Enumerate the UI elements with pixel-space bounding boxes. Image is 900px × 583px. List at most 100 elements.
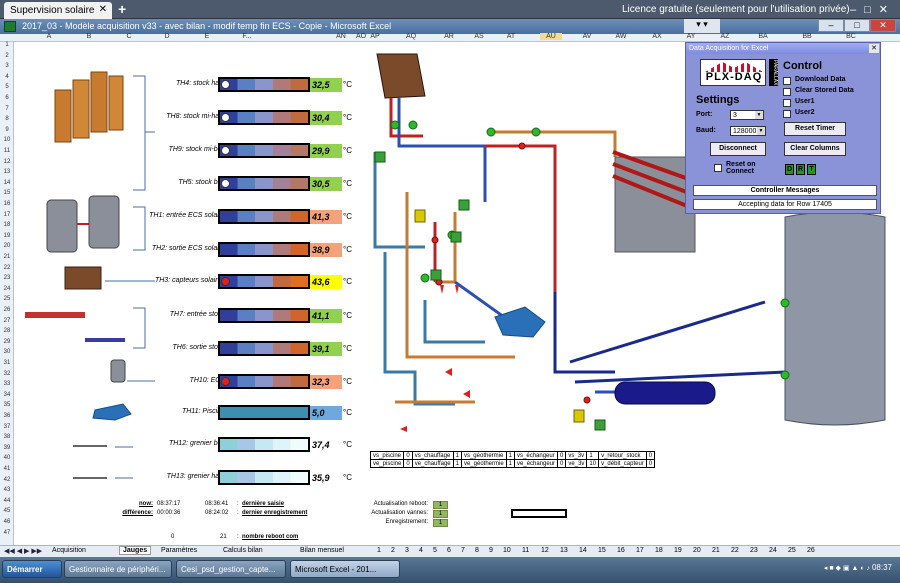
column-header[interactable]: AQ bbox=[400, 33, 422, 40]
row-header[interactable]: 40 bbox=[0, 455, 14, 461]
plx-daq-window[interactable]: Data Acquisition for Excel ✕ PLX-DAQ PARA… bbox=[685, 42, 881, 214]
daq-checkbox[interactable] bbox=[783, 88, 791, 96]
column-header[interactable]: AR bbox=[438, 33, 460, 40]
sheet-tab[interactable]: 14 bbox=[579, 547, 587, 554]
ribbon-collapse-icon[interactable]: ▾ ▾ bbox=[684, 19, 720, 33]
sheet-tab[interactable]: 10 bbox=[503, 547, 511, 554]
daq-checkbox[interactable] bbox=[783, 99, 791, 107]
add-tab-icon[interactable]: + bbox=[118, 1, 126, 17]
row-header[interactable]: 30 bbox=[0, 349, 14, 355]
column-header[interactable]: F... bbox=[236, 33, 258, 40]
row-header[interactable]: 36 bbox=[0, 413, 14, 419]
sheet-tab[interactable]: 7 bbox=[461, 547, 465, 554]
row-header[interactable]: 3 bbox=[0, 63, 14, 69]
row-header[interactable]: 23 bbox=[0, 275, 14, 281]
row-header[interactable]: 26 bbox=[0, 307, 14, 313]
row-header[interactable]: 12 bbox=[0, 159, 14, 165]
column-header[interactable]: A bbox=[38, 33, 60, 40]
row-header[interactable]: 16 bbox=[0, 201, 14, 207]
row-header[interactable]: 17 bbox=[0, 212, 14, 218]
row-header[interactable]: 1 bbox=[0, 42, 14, 48]
row-header[interactable]: 33 bbox=[0, 381, 14, 387]
daq-close-button[interactable]: ✕ bbox=[869, 44, 879, 53]
row-header[interactable]: 8 bbox=[0, 116, 14, 122]
sheet-tab[interactable]: 24 bbox=[769, 547, 777, 554]
sheet-tab[interactable]: 2 bbox=[391, 547, 395, 554]
minimize-button[interactable]: – bbox=[818, 19, 844, 32]
row-header[interactable]: 19 bbox=[0, 233, 14, 239]
row-header[interactable]: 9 bbox=[0, 127, 14, 133]
row-header[interactable]: 11 bbox=[0, 148, 14, 154]
sheet-tab[interactable]: 11 bbox=[522, 547, 529, 554]
column-header[interactable]: AY bbox=[680, 33, 702, 40]
sheet-tab[interactable]: 6 bbox=[447, 547, 451, 554]
row-header[interactable]: 20 bbox=[0, 243, 14, 249]
close-button[interactable]: ✕ bbox=[870, 19, 896, 32]
sheet-tab[interactable]: 9 bbox=[489, 547, 493, 554]
row-header[interactable]: 25 bbox=[0, 296, 14, 302]
row-header[interactable]: 32 bbox=[0, 371, 14, 377]
column-header[interactable]: BB bbox=[796, 33, 818, 40]
row-header[interactable]: 43 bbox=[0, 487, 14, 493]
column-header[interactable]: C bbox=[118, 33, 140, 40]
row-header[interactable]: 42 bbox=[0, 477, 14, 483]
sheet-tab[interactable]: 12 bbox=[541, 547, 549, 554]
sheet-tab[interactable]: 20 bbox=[693, 547, 701, 554]
taskbar-item[interactable]: Cesi_psd_gestion_capte... bbox=[176, 560, 286, 578]
sheet-tab[interactable]: 4 bbox=[419, 547, 423, 554]
reset-on-connect-checkbox[interactable] bbox=[714, 164, 722, 172]
remote-window-controls[interactable]: –□✕ bbox=[850, 3, 896, 16]
sheet-tab[interactable]: 23 bbox=[750, 547, 758, 554]
close-icon[interactable]: ✕ bbox=[99, 4, 107, 15]
sheet-tab[interactable]: 15 bbox=[598, 547, 606, 554]
row-header[interactable]: 47 bbox=[0, 530, 14, 536]
column-header[interactable]: AU bbox=[540, 33, 562, 40]
row-header[interactable]: 14 bbox=[0, 180, 14, 186]
reset-timer-button[interactable]: Reset Timer bbox=[784, 122, 846, 136]
clear-columns-button[interactable]: Clear Columns bbox=[784, 142, 846, 156]
row-header[interactable]: 28 bbox=[0, 328, 14, 334]
sheet-nav-icon[interactable]: ◀◀ ◀ ▶ ▶▶ bbox=[4, 547, 42, 555]
row-header[interactable]: 31 bbox=[0, 360, 14, 366]
row-header[interactable]: 10 bbox=[0, 137, 14, 143]
column-header[interactable]: AP bbox=[364, 33, 386, 40]
row-header[interactable]: 6 bbox=[0, 95, 14, 101]
row-header[interactable]: 27 bbox=[0, 318, 14, 324]
remote-session-tab[interactable]: Supervision solaire ✕ bbox=[4, 2, 112, 19]
system-tray-icons[interactable]: ◂ ■ ◆ ▣ ▲ ◐ ♪ bbox=[824, 564, 870, 572]
column-header[interactable]: B bbox=[78, 33, 100, 40]
row-header[interactable]: 41 bbox=[0, 466, 14, 472]
row-header[interactable]: 39 bbox=[0, 445, 14, 451]
column-header[interactable]: E bbox=[196, 33, 218, 40]
sheet-tab[interactable]: Paramètres bbox=[161, 547, 197, 554]
sheet-tab[interactable]: 8 bbox=[475, 547, 479, 554]
column-header[interactable]: AT bbox=[500, 33, 522, 40]
sheet-tab[interactable]: 17 bbox=[636, 547, 644, 554]
row-header[interactable]: 21 bbox=[0, 254, 14, 260]
column-header[interactable]: BA bbox=[752, 33, 774, 40]
row-header[interactable]: 18 bbox=[0, 222, 14, 228]
sheet-tab[interactable]: Jauges bbox=[119, 546, 152, 555]
sheet-tab[interactable]: 25 bbox=[788, 547, 796, 554]
row-header[interactable]: 46 bbox=[0, 519, 14, 525]
start-button[interactable]: Démarrer bbox=[2, 560, 62, 578]
row-header[interactable]: 22 bbox=[0, 265, 14, 271]
column-header[interactable]: AS bbox=[468, 33, 490, 40]
row-header[interactable]: 35 bbox=[0, 402, 14, 408]
daq-checkbox[interactable] bbox=[783, 77, 791, 85]
sheet-tab[interactable]: Acquisition bbox=[52, 547, 86, 554]
column-header[interactable]: D bbox=[156, 33, 178, 40]
column-header[interactable]: AX bbox=[646, 33, 668, 40]
daq-checkbox[interactable] bbox=[783, 110, 791, 118]
row-header[interactable]: 2 bbox=[0, 53, 14, 59]
sheet-tab[interactable]: Bilan mensuel bbox=[300, 547, 344, 554]
sheet-tab[interactable]: 16 bbox=[617, 547, 625, 554]
column-header[interactable]: AN bbox=[330, 33, 352, 40]
row-header[interactable]: 38 bbox=[0, 434, 14, 440]
column-header[interactable]: AZ bbox=[714, 33, 736, 40]
row-header[interactable]: 4 bbox=[0, 74, 14, 80]
row-header[interactable]: 44 bbox=[0, 498, 14, 504]
sheet-tab[interactable]: Calculs bilan bbox=[223, 547, 263, 554]
taskbar-item[interactable]: Microsoft Excel - 201... bbox=[290, 560, 400, 578]
sheet-tab[interactable]: 22 bbox=[731, 547, 739, 554]
